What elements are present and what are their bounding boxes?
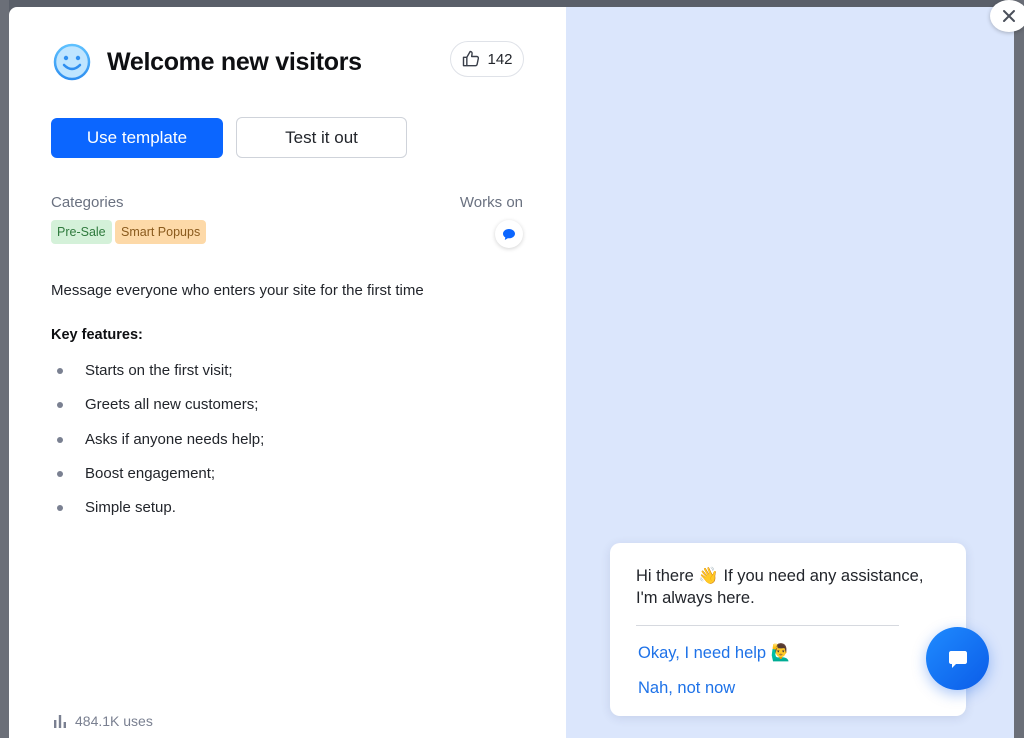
background-page-right (1014, 0, 1024, 738)
thumbs-up-icon (463, 50, 480, 67)
close-modal-button[interactable] (990, 0, 1024, 32)
usage-count: 484.1K uses (53, 713, 153, 729)
chat-bubble-icon (503, 228, 515, 240)
test-it-out-button[interactable]: Test it out (236, 117, 407, 158)
key-features-list: Starts on the first visit; Greets all ne… (51, 362, 264, 533)
template-header: Welcome new visitors (53, 43, 362, 81)
feature-item: Starts on the first visit; (51, 362, 264, 396)
feature-item: Greets all new customers; (51, 396, 264, 430)
key-features-heading: Key features: (51, 327, 143, 343)
template-details-panel: Welcome new visitors 142 Use template Te… (9, 7, 566, 738)
uses-label: 484.1K uses (75, 713, 153, 729)
works-on-chat-badge (495, 220, 523, 248)
chat-divider (636, 625, 899, 626)
categories-label: Categories (51, 194, 124, 211)
bullet-icon (57, 470, 63, 477)
smiley-icon (53, 43, 91, 81)
chat-option-need-help[interactable]: Okay, I need help 🙋‍♂️ (638, 644, 791, 663)
bar-chart-icon (54, 715, 66, 728)
bullet-icon (57, 505, 63, 512)
like-button[interactable]: 142 (450, 41, 524, 77)
chat-launcher-button[interactable] (926, 627, 989, 690)
category-tag-pre-sale[interactable]: Pre-Sale (51, 220, 112, 244)
chat-preview-card: Hi there 👋 If you need any assistance, I… (610, 543, 966, 716)
feature-item: Simple setup. (51, 499, 264, 533)
close-icon (1003, 10, 1015, 22)
feature-item: Asks if anyone needs help; (51, 431, 264, 465)
like-count: 142 (487, 50, 513, 68)
template-description: Message everyone who enters your site fo… (51, 282, 424, 299)
chat-greeting-message: Hi there 👋 If you need any assistance, I… (636, 567, 924, 607)
chat-icon (948, 650, 967, 668)
feature-item: Boost engagement; (51, 465, 264, 499)
bullet-icon (57, 402, 63, 409)
works-on-label: Works on (459, 194, 523, 211)
category-tag-smart-popups[interactable]: Smart Popups (115, 220, 207, 244)
bullet-icon (57, 436, 63, 443)
chat-option-not-now[interactable]: Nah, not now (638, 679, 735, 698)
bullet-icon (57, 368, 63, 374)
template-title: Welcome new visitors (107, 47, 362, 76)
use-template-button[interactable]: Use template (51, 118, 223, 158)
background-page-left (0, 0, 9, 738)
